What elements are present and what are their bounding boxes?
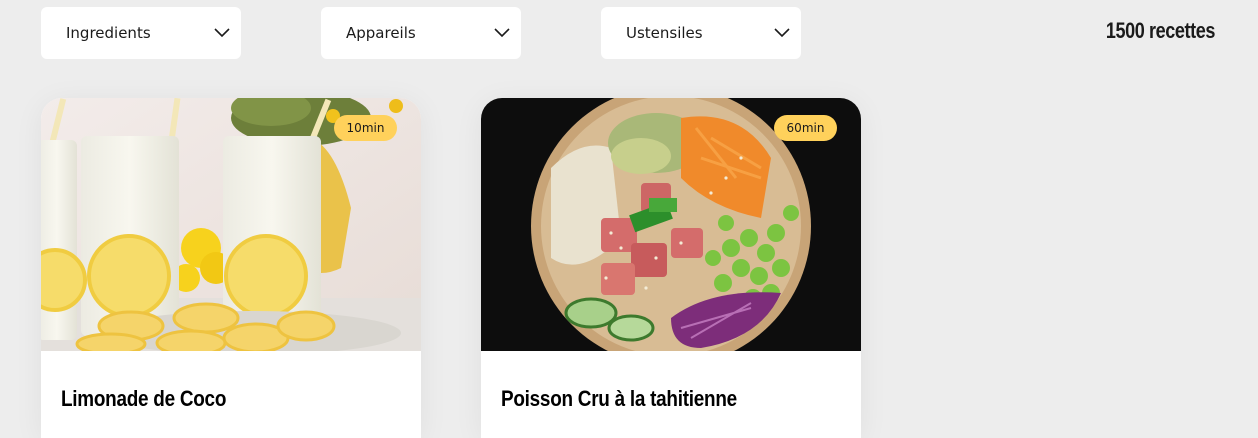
recipe-time-badge: 60min [774,115,837,141]
recipe-title: Poisson Cru à la tahitienne [501,386,737,411]
filter-appareils-dropdown[interactable]: Appareils [321,7,521,59]
recipe-card[interactable]: 60min Poisson Cru à la tahitienne [481,98,861,438]
chevron-down-icon [774,28,790,38]
filter-ustensiles-label: Ustensiles [626,24,703,42]
recipe-title: Limonade de Coco [61,386,227,411]
recipe-count: 1500 recettes [1105,18,1215,43]
filter-ingredients-dropdown[interactable]: Ingredients [41,7,241,59]
filter-ustensiles-dropdown[interactable]: Ustensiles [601,7,801,59]
chevron-down-icon [494,28,510,38]
filter-ingredients-label: Ingredients [66,24,151,42]
filter-appareils-label: Appareils [346,24,416,42]
recipe-time-badge: 10min [334,115,397,141]
chevron-down-icon [214,28,230,38]
recipe-card[interactable]: 10min Limonade de Coco [41,98,421,438]
